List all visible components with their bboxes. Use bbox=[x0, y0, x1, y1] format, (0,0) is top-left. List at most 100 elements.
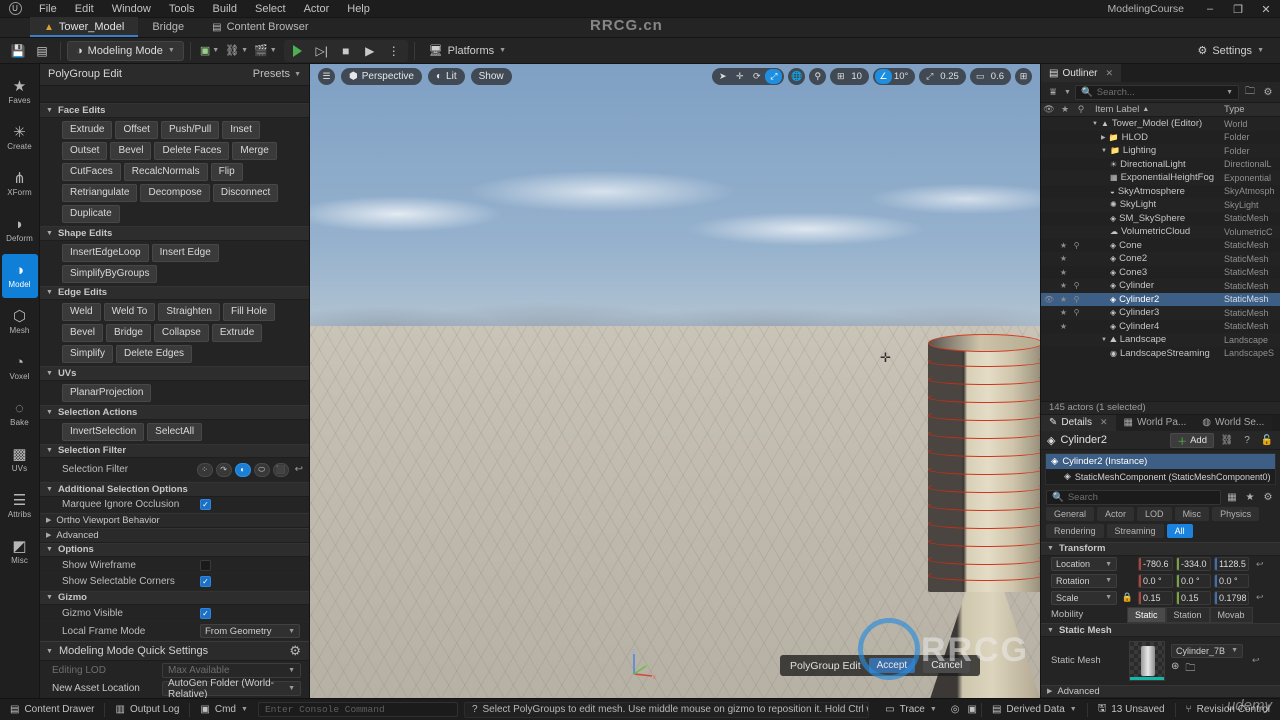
outliner-row-cone[interactable]: ★ ⚲ ◈ Cone StaticMesh bbox=[1041, 239, 1280, 253]
static-mesh-thumbnail[interactable] bbox=[1129, 640, 1165, 681]
cinematics-button[interactable]: 🎬 ▼ bbox=[251, 40, 280, 62]
grid-snap-group[interactable]: ⊞ 10 bbox=[830, 68, 869, 85]
rotate-tool-icon[interactable]: ⟳ bbox=[748, 69, 765, 84]
collapse-button[interactable]: Collapse bbox=[153, 324, 209, 343]
section-ortho-viewport-behavior[interactable]: ▶ Ortho Viewport Behavior bbox=[40, 513, 309, 528]
flip-button[interactable]: Flip bbox=[210, 162, 243, 181]
outliner-row-cylinder3[interactable]: ★ ⚲ ◈ Cylinder3 StaticMesh bbox=[1041, 306, 1280, 320]
section-uvs[interactable]: ▼ UVs bbox=[40, 366, 309, 381]
camera-speed-icon[interactable]: ▭ bbox=[972, 69, 989, 84]
outliner-tree[interactable]: ▼ ▲ Tower_Model (Editor) World ▶ 📁 HLOD Folder ▼… bbox=[1041, 117, 1280, 401]
edge-extrude-button[interactable]: Extrude bbox=[211, 324, 263, 343]
chevron-down-icon[interactable]: ▼ bbox=[1101, 148, 1107, 154]
rail-item-model[interactable]: ◑ Model bbox=[1, 254, 38, 298]
platforms-button[interactable]: 🖥 Platforms ▼ bbox=[421, 40, 514, 62]
component-row-staticmesh[interactable]: ◈ StaticMeshComponent (StaticMeshCompone… bbox=[1046, 469, 1275, 484]
planar-projection-button[interactable]: PlanarProjection bbox=[62, 383, 152, 402]
tab-bridge[interactable]: Bridge bbox=[138, 17, 198, 37]
scale-reset-icon[interactable]: ↩ bbox=[1256, 592, 1264, 603]
mobility-static-button[interactable]: Static bbox=[1127, 606, 1166, 623]
outliner-row-tower-model-editor[interactable]: ▼ ▲ Tower_Model (Editor) World bbox=[1041, 117, 1280, 131]
rail-item-xform[interactable]: ⋔ XForm bbox=[2, 162, 38, 206]
outliner-search-input[interactable]: 🔍 Search... ▼ bbox=[1074, 84, 1239, 100]
editor-mode-button[interactable]: ◑ Modeling Mode ▼ bbox=[67, 40, 184, 61]
all-filter-icon[interactable]: ⬛ bbox=[272, 462, 289, 477]
vertices-filter-icon[interactable]: ⁘ bbox=[196, 462, 213, 477]
weld-to-button[interactable]: Weld To bbox=[103, 303, 156, 322]
section-selection-filter[interactable]: ▼ Selection Filter bbox=[40, 443, 309, 459]
section-transform[interactable]: ▼ Transform bbox=[1041, 542, 1280, 556]
rail-item-faves[interactable]: ★ Faves bbox=[2, 70, 38, 114]
disconnect-button[interactable]: Disconnect bbox=[212, 183, 279, 202]
eye-icon[interactable]: 👁 bbox=[1041, 295, 1057, 304]
add-component-button[interactable]: ＋ Add bbox=[1170, 432, 1214, 448]
outset-button[interactable]: Outset bbox=[62, 141, 108, 160]
outliner-row-landscapestreaming[interactable]: ◉ LandscapeStreaming LandscapeS bbox=[1041, 347, 1280, 361]
play-options-button[interactable]: ⋮ bbox=[382, 40, 406, 62]
star-icon[interactable]: ★ bbox=[1057, 295, 1070, 304]
rail-item-attribs[interactable]: ☰ Attribs bbox=[2, 484, 38, 528]
bevel-button[interactable]: Bevel bbox=[110, 141, 152, 160]
select-all-button[interactable]: SelectAll bbox=[147, 422, 203, 441]
invert-selection-button[interactable]: InvertSelection bbox=[62, 422, 145, 441]
scale-dropdown[interactable]: Scale ▼ bbox=[1051, 590, 1117, 605]
visibility-column-icon[interactable]: 👁 bbox=[1041, 104, 1057, 115]
world-coordinate-icon[interactable]: 🌐 bbox=[788, 68, 806, 85]
menu-item-tools[interactable]: Tools bbox=[160, 1, 204, 17]
simplify-button[interactable]: Simplify bbox=[62, 345, 114, 364]
editing-lod-dropdown[interactable]: Max Available ▼ bbox=[162, 662, 301, 678]
select-tool-icon[interactable]: ➤ bbox=[714, 69, 731, 84]
console-command-input[interactable]: Enter Console Command bbox=[257, 702, 458, 717]
outliner-row-cylinder[interactable]: ★ ⚲ ◈ Cylinder StaticMesh bbox=[1041, 279, 1280, 293]
section-face-edits[interactable]: ▼ Face Edits bbox=[40, 103, 309, 118]
straighten-button[interactable]: Straighten bbox=[158, 303, 220, 322]
quick-settings-gear-icon[interactable]: ⚙ bbox=[289, 643, 301, 659]
rail-item-voxel[interactable]: ◔ Voxel bbox=[2, 346, 38, 390]
star-icon[interactable]: ★ bbox=[1057, 281, 1070, 290]
chevron-down-icon[interactable]: ▼ bbox=[1092, 121, 1098, 127]
create-actor-button[interactable]: ▣ ▼ bbox=[197, 40, 222, 62]
new-asset-dropdown[interactable]: AutoGen Folder (World-Relative) ▼ bbox=[162, 678, 301, 698]
outliner-row-skylight[interactable]: ✺ SkyLight SkyLight bbox=[1041, 198, 1280, 212]
component-row-instance[interactable]: ◈ Cylinder2 (Instance) bbox=[1046, 454, 1275, 470]
duplicate-button[interactable]: Duplicate bbox=[62, 204, 120, 223]
star-icon[interactable]: ★ bbox=[1057, 268, 1070, 277]
chip-physics[interactable]: Physics bbox=[1212, 507, 1260, 522]
rail-item-deform[interactable]: ◗ Deform bbox=[2, 208, 38, 252]
angle-snap-group[interactable]: ∠ 10° bbox=[872, 68, 916, 85]
tab-content-browser[interactable]: ▤ Content Browser bbox=[198, 17, 322, 37]
browse-content-icon[interactable]: ▤ bbox=[30, 40, 54, 62]
gizmo-visible-checkbox[interactable]: ✓ bbox=[200, 607, 211, 619]
cancel-button[interactable]: Cancel bbox=[923, 658, 971, 673]
tab-world-settings[interactable]: ◍ World Se... bbox=[1194, 414, 1273, 432]
presets-button[interactable]: Presets ▼ bbox=[253, 68, 301, 80]
play-button[interactable] bbox=[286, 40, 310, 62]
section-advanced[interactable]: ▶ Advanced bbox=[40, 527, 309, 543]
pin-icon[interactable]: ⚲ bbox=[1070, 308, 1083, 317]
tab-details[interactable]: ✎ Details ✕ bbox=[1041, 414, 1116, 432]
rail-item-create[interactable]: ✳ Create bbox=[2, 116, 38, 160]
outliner-row-cone3[interactable]: ★ ◈ Cone3 StaticMesh bbox=[1041, 266, 1280, 280]
rail-item-bake[interactable]: ◌ Bake bbox=[2, 392, 38, 436]
camera-speed-group[interactable]: ▭ 0.6 bbox=[969, 68, 1011, 85]
faces-filter-icon[interactable]: ◐ bbox=[234, 462, 251, 477]
menu-item-select[interactable]: Select bbox=[246, 1, 295, 17]
tab-outliner[interactable]: ▤ Outliner ✕ bbox=[1041, 64, 1122, 82]
lock-icon[interactable]: 🔓 bbox=[1260, 433, 1274, 448]
chevron-right-icon[interactable]: ▶ bbox=[1101, 134, 1106, 141]
column-item-label[interactable]: Item Label ▲ bbox=[1089, 104, 1224, 115]
marquee-checkbox[interactable]: ✓ bbox=[200, 498, 211, 510]
browse-to-asset-icon[interactable]: ⊛ bbox=[1171, 661, 1179, 678]
cmd-button[interactable]: ▣ Cmd ▼ bbox=[190, 699, 258, 720]
scale-tool-icon[interactable]: ⤢ bbox=[765, 69, 783, 84]
content-drawer-button[interactable]: ▤ Content Drawer bbox=[0, 699, 104, 720]
extrude-button[interactable]: Extrude bbox=[62, 120, 113, 139]
close-icon[interactable]: ✕ bbox=[1105, 68, 1113, 79]
columns-icon[interactable]: ▦ bbox=[1225, 490, 1239, 505]
tower-mesh[interactable] bbox=[915, 322, 1040, 698]
recalc-normals-button[interactable]: RecalcNormals bbox=[123, 162, 208, 181]
scale-z-input[interactable]: 0.1798 bbox=[1214, 590, 1249, 605]
blueprints-button[interactable]: ⛓ ▼ bbox=[222, 40, 251, 62]
menu-item-window[interactable]: Window bbox=[103, 1, 160, 17]
scale-y-input[interactable]: 0.15 bbox=[1176, 590, 1211, 605]
